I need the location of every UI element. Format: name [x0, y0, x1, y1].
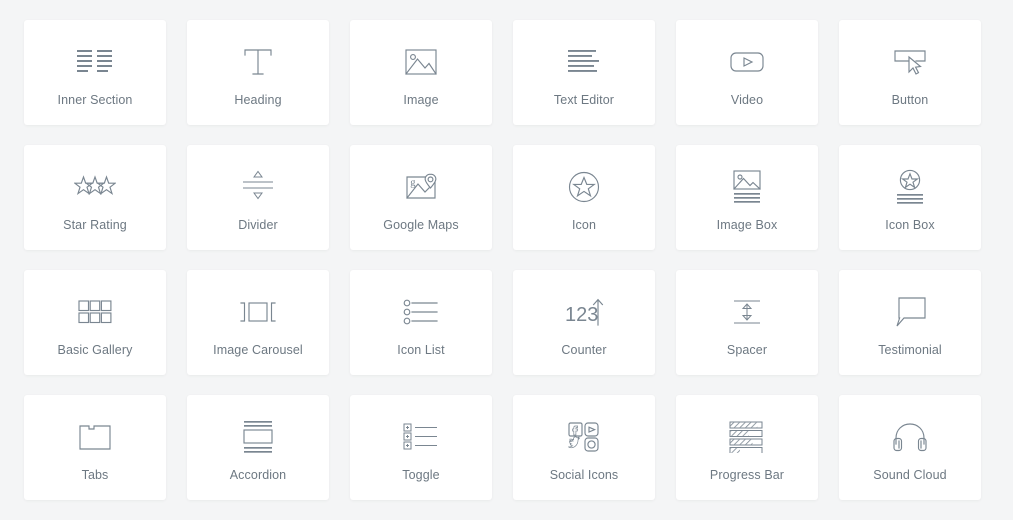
widget-label: Progress Bar [709, 468, 785, 482]
image-box-icon [731, 164, 763, 210]
widget-card-image-box[interactable]: Image Box [676, 145, 818, 250]
widget-card-inner-section[interactable]: Inner Section [24, 20, 166, 125]
widget-label: Testimonial [878, 343, 942, 357]
widget-label: Heading [234, 93, 282, 107]
widget-label: Icon List [397, 343, 445, 357]
widget-label: Video [730, 93, 764, 107]
widget-label: Image Box [716, 218, 778, 232]
widget-card-image-carousel[interactable]: Image Carousel [187, 270, 329, 375]
widget-panel: Inner Section Heading Image Text Editor … [0, 0, 1013, 520]
heading-icon [241, 39, 275, 85]
widget-grid: Inner Section Heading Image Text Editor … [24, 20, 989, 500]
accordion-icon [241, 414, 275, 460]
widget-card-video[interactable]: Video [676, 20, 818, 125]
widget-card-counter[interactable]: 123 Counter [513, 270, 655, 375]
widget-card-image[interactable]: Image [350, 20, 492, 125]
inner-section-icon [76, 39, 114, 85]
widget-label: Accordion [229, 468, 287, 482]
widget-label: Google Maps [383, 218, 459, 232]
widget-card-testimonial[interactable]: Testimonial [839, 270, 981, 375]
button-icon [892, 39, 928, 85]
basic-gallery-icon [78, 289, 112, 335]
google-maps-icon: g [404, 164, 438, 210]
widget-label: Image [403, 93, 439, 107]
widget-label: Divider [238, 218, 278, 232]
widget-card-google-maps[interactable]: g Google Maps [350, 145, 492, 250]
icon-box-icon [894, 164, 926, 210]
widget-label: Icon [571, 218, 597, 232]
widget-card-icon[interactable]: Icon [513, 145, 655, 250]
toggle-icon [403, 414, 439, 460]
sound-cloud-icon [893, 414, 927, 460]
widget-label: Sound Cloud [873, 468, 947, 482]
widget-card-button[interactable]: Button [839, 20, 981, 125]
widget-card-sound-cloud[interactable]: Sound Cloud [839, 395, 981, 500]
widget-label: Spacer [726, 343, 768, 357]
widget-label: Inner Section [57, 93, 133, 107]
widget-card-basic-gallery[interactable]: Basic Gallery [24, 270, 166, 375]
divider-icon [241, 164, 275, 210]
widget-card-star-rating[interactable]: Star Rating [24, 145, 166, 250]
widget-label: Social Icons [549, 468, 619, 482]
social-icons-icon [568, 414, 600, 460]
counter-icon: 123 [564, 289, 604, 335]
widget-label: Text Editor [553, 93, 615, 107]
widget-card-social-icons[interactable]: Social Icons [513, 395, 655, 500]
widget-card-heading[interactable]: Heading [187, 20, 329, 125]
image-carousel-icon [240, 289, 276, 335]
star-rating-icon [74, 164, 116, 210]
widget-card-spacer[interactable]: Spacer [676, 270, 818, 375]
svg-text:g: g [410, 178, 416, 189]
text-editor-icon [566, 39, 602, 85]
widget-card-tabs[interactable]: Tabs [24, 395, 166, 500]
widget-card-icon-list[interactable]: Icon List [350, 270, 492, 375]
video-icon [729, 39, 765, 85]
widget-card-divider[interactable]: Divider [187, 145, 329, 250]
widget-label: Counter [561, 343, 607, 357]
image-icon [404, 39, 438, 85]
svg-text:123: 123 [565, 304, 598, 326]
icon-star-circle-icon [567, 164, 601, 210]
icon-list-icon [403, 289, 439, 335]
progress-bar-icon [729, 414, 765, 460]
widget-card-accordion[interactable]: Accordion [187, 395, 329, 500]
widget-card-icon-box[interactable]: Icon Box [839, 145, 981, 250]
widget-card-progress-bar[interactable]: Progress Bar [676, 395, 818, 500]
widget-card-toggle[interactable]: Toggle [350, 395, 492, 500]
testimonial-icon [893, 289, 927, 335]
widget-card-text-editor[interactable]: Text Editor [513, 20, 655, 125]
widget-label: Icon Box [885, 218, 935, 232]
tabs-icon [78, 414, 112, 460]
widget-label: Button [891, 93, 929, 107]
widget-label: Toggle [402, 468, 440, 482]
widget-label: Tabs [81, 468, 109, 482]
spacer-icon [731, 289, 763, 335]
widget-label: Image Carousel [213, 343, 303, 357]
widget-label: Star Rating [63, 218, 127, 232]
widget-label: Basic Gallery [57, 343, 133, 357]
